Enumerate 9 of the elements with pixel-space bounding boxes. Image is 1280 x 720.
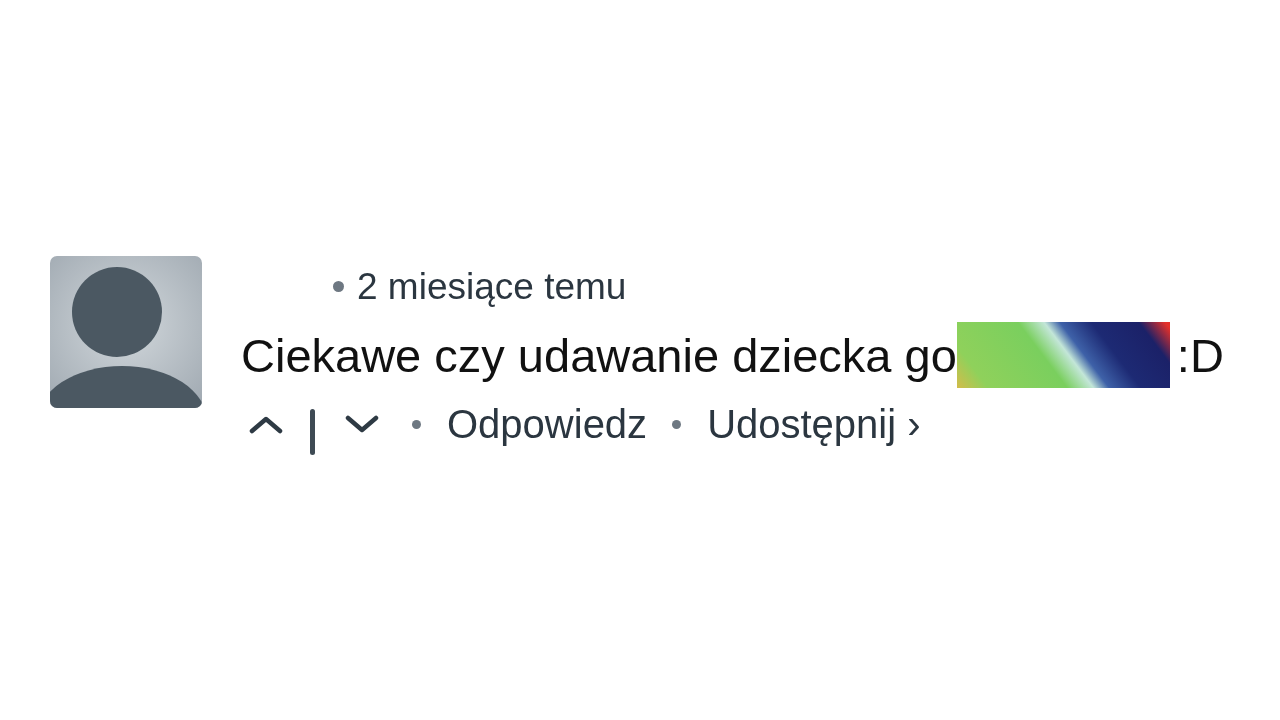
bullet-icon (672, 419, 682, 429)
bullet-icon (333, 281, 344, 292)
share-link[interactable]: Udostępnij › (707, 404, 921, 444)
bullet-icon (412, 419, 421, 429)
caret-down-icon (345, 414, 379, 434)
emoticon-text: :D (1176, 331, 1224, 379)
comment-timestamp: 2 miesiące temu (357, 268, 627, 305)
reply-link[interactable]: Odpowiedz (447, 404, 648, 444)
caret-up-icon (249, 414, 283, 434)
